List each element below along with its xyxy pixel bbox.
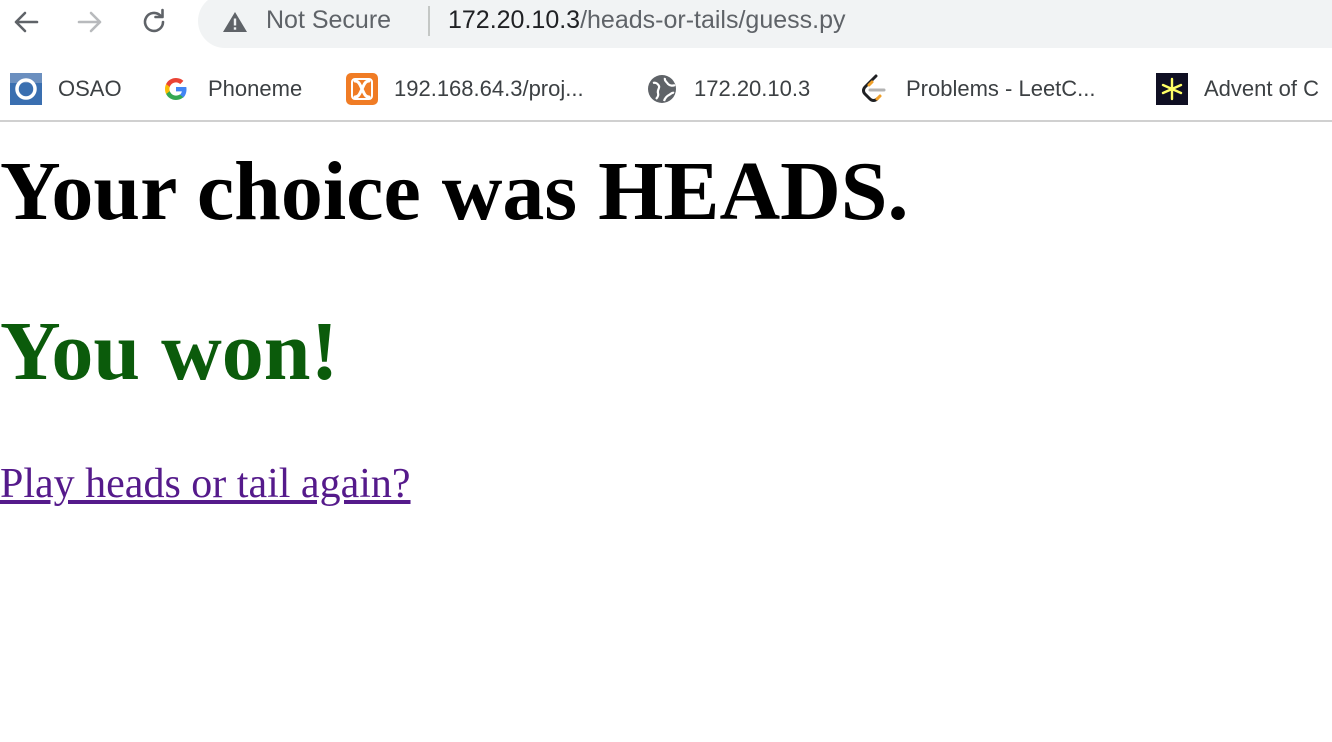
security-label[interactable]: Not Secure [266, 6, 391, 35]
reload-icon [143, 8, 165, 33]
address-bar[interactable]: Not Secure 172.20.10.3/heads-or-tails/gu… [198, 0, 1332, 48]
bookmark-osao[interactable]: OSAO [10, 72, 122, 106]
bookmark-label: Advent of C [1204, 76, 1319, 101]
arrow-right-icon [77, 11, 102, 33]
bookmark-label: 192.168.64.3/proj... [394, 76, 584, 101]
leetcode-icon [858, 73, 890, 105]
page-content: Your choice was HEADS. You won! Play hea… [0, 122, 1332, 742]
bookmark-label: OSAO [58, 76, 122, 101]
bookmark-xampp[interactable]: 192.168.64.3/proj... [346, 72, 584, 106]
url-text[interactable]: 172.20.10.3/heads-or-tails/guess.py [448, 6, 845, 35]
url-path: /heads-or-tails/guess.py [580, 6, 846, 34]
reload-button[interactable] [134, 2, 174, 42]
result-heading: You won! [0, 305, 339, 398]
bookmark-label: Problems - LeetC... [906, 76, 1096, 101]
bookmark-phoneme[interactable]: Phoneme [160, 72, 302, 106]
advent-star-icon [1156, 73, 1188, 105]
browser-toolbar: Not Secure 172.20.10.3/heads-or-tails/gu… [0, 0, 1332, 56]
bookmark-advent-of-code[interactable]: Advent of C [1156, 72, 1319, 106]
google-icon [160, 73, 192, 105]
osao-icon [10, 73, 42, 105]
choice-heading: Your choice was HEADS. [0, 145, 909, 238]
url-host: 172.20.10.3 [448, 6, 581, 34]
play-again-link[interactable]: Play heads or tail again? [0, 460, 411, 508]
forward-button[interactable] [70, 2, 110, 42]
back-button[interactable] [6, 2, 46, 42]
arrow-left-icon [14, 11, 39, 33]
bookmark-label: 172.20.10.3 [694, 76, 811, 101]
bookmarks-bar: OSAO Phoneme 192.168.64.3/proj... 172.20… [0, 58, 1332, 120]
address-divider [428, 6, 430, 36]
xampp-icon [346, 73, 378, 105]
warning-icon[interactable] [222, 10, 248, 34]
globe-icon [646, 73, 678, 105]
bookmark-leetcode[interactable]: Problems - LeetC... [858, 72, 1096, 106]
bookmark-172-20-10-3[interactable]: 172.20.10.3 [646, 72, 810, 106]
bookmark-label: Phoneme [208, 76, 303, 101]
